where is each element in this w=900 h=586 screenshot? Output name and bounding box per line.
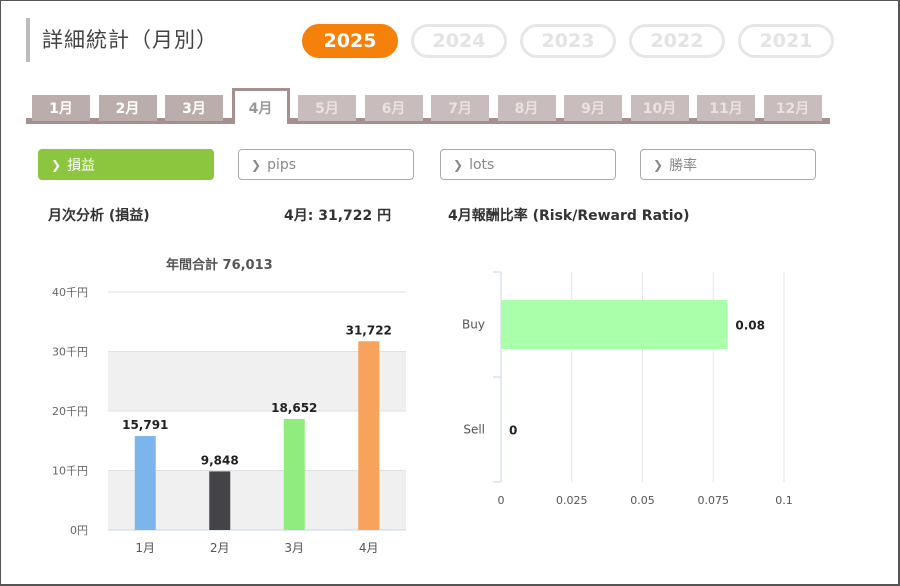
data-label: 0.08: [735, 319, 765, 333]
tab-month-5: 5月: [298, 95, 356, 121]
monthly-analysis-heading: 月次分析 (損益): [48, 208, 150, 224]
y-tick-label: 0円: [70, 524, 88, 537]
monthly-value: 4月: 31,722 円: [284, 208, 392, 224]
chevron-right-icon: ❯: [251, 157, 262, 172]
tab-month-2[interactable]: 2月: [98, 95, 157, 121]
bar: [209, 471, 231, 530]
bar: [134, 436, 156, 530]
metric-button-profit[interactable]: ❯ 損益: [38, 149, 214, 180]
y-tick-label: 10千円: [52, 465, 88, 478]
y-tick-label: 30千円: [52, 346, 88, 359]
page-title: 詳細統計（月別）: [42, 28, 218, 52]
y-tick-label: Buy: [462, 318, 485, 332]
tab-month-3[interactable]: 3月: [165, 95, 223, 121]
data-label: 9,848: [201, 453, 239, 467]
x-tick-label: 0: [498, 494, 505, 507]
metric-button-lots[interactable]: ❯ lots: [440, 149, 616, 180]
year-button-2021[interactable]: 2021: [738, 24, 834, 58]
tab-month-11: 11月: [697, 95, 755, 121]
year-button-2023[interactable]: 2023: [520, 24, 616, 58]
metric-button-winrate[interactable]: ❯ 勝率: [640, 149, 816, 180]
x-tick-label: 3月: [284, 541, 304, 555]
tab-month-4[interactable]: 4月: [231, 88, 290, 124]
x-tick-label: 0.1: [775, 494, 793, 507]
year-button-2022[interactable]: 2022: [629, 24, 725, 58]
tab-month-10: 10月: [630, 95, 689, 121]
tab-month-6: 6月: [364, 95, 423, 121]
bar: [501, 300, 728, 349]
title-accent-bar: [26, 18, 30, 62]
data-label: 18,652: [271, 401, 317, 415]
risk-reward-chart: 0 0.025 0.05 0.075 0.1 0.08 Buy 0 Sell: [462, 271, 793, 507]
chevron-right-icon: ❯: [653, 157, 664, 172]
y-tick-label: 40千円: [52, 286, 88, 299]
x-tick-label: 4月: [359, 541, 379, 555]
x-tick-label: 0.05: [630, 494, 655, 507]
chevron-right-icon: ❯: [453, 157, 464, 172]
x-tick-label: 2月: [210, 541, 230, 555]
data-label: 15,791: [122, 418, 168, 432]
data-label: 0: [509, 424, 517, 438]
metric-label: 勝率: [669, 157, 698, 174]
x-tick-label: 0.025: [556, 494, 588, 507]
y-tick-label: Sell: [463, 423, 485, 437]
data-label: 31,722: [346, 323, 392, 337]
bar: [358, 341, 380, 530]
x-tick-label: 1月: [135, 541, 155, 555]
monthly-bar-chart: 0円 10千円 20千円 30千円 40千円 15,791 1月 9,848 2月 18,652 3…: [52, 286, 406, 555]
y-tick-label: 20千円: [52, 405, 88, 418]
tab-month-12: 12月: [763, 95, 822, 121]
metric-label: pips: [267, 156, 297, 173]
year-button-2025[interactable]: 2025: [302, 24, 398, 58]
tab-month-1[interactable]: 1月: [32, 95, 90, 121]
ratio-heading: 4月報酬比率 (Risk/Reward Ratio): [448, 208, 690, 224]
month-tabs: 1月 2月 3月 4月 5月 6月 7月 8月 9月 10月 11月 12月: [26, 88, 830, 124]
bar: [283, 419, 305, 530]
tab-month-9: 9月: [564, 95, 622, 121]
chevron-right-icon: ❯: [51, 157, 62, 172]
x-tick-label: 0.075: [698, 494, 730, 507]
metric-label: 損益: [67, 157, 96, 174]
tab-month-7: 7月: [431, 95, 489, 121]
year-selector: 2025 2024 2023 2022 2021: [302, 24, 834, 58]
tab-month-8: 8月: [497, 95, 556, 121]
metric-label: lots: [469, 156, 495, 173]
year-button-2024[interactable]: 2024: [411, 24, 507, 58]
metric-button-pips[interactable]: ❯ pips: [238, 149, 414, 180]
